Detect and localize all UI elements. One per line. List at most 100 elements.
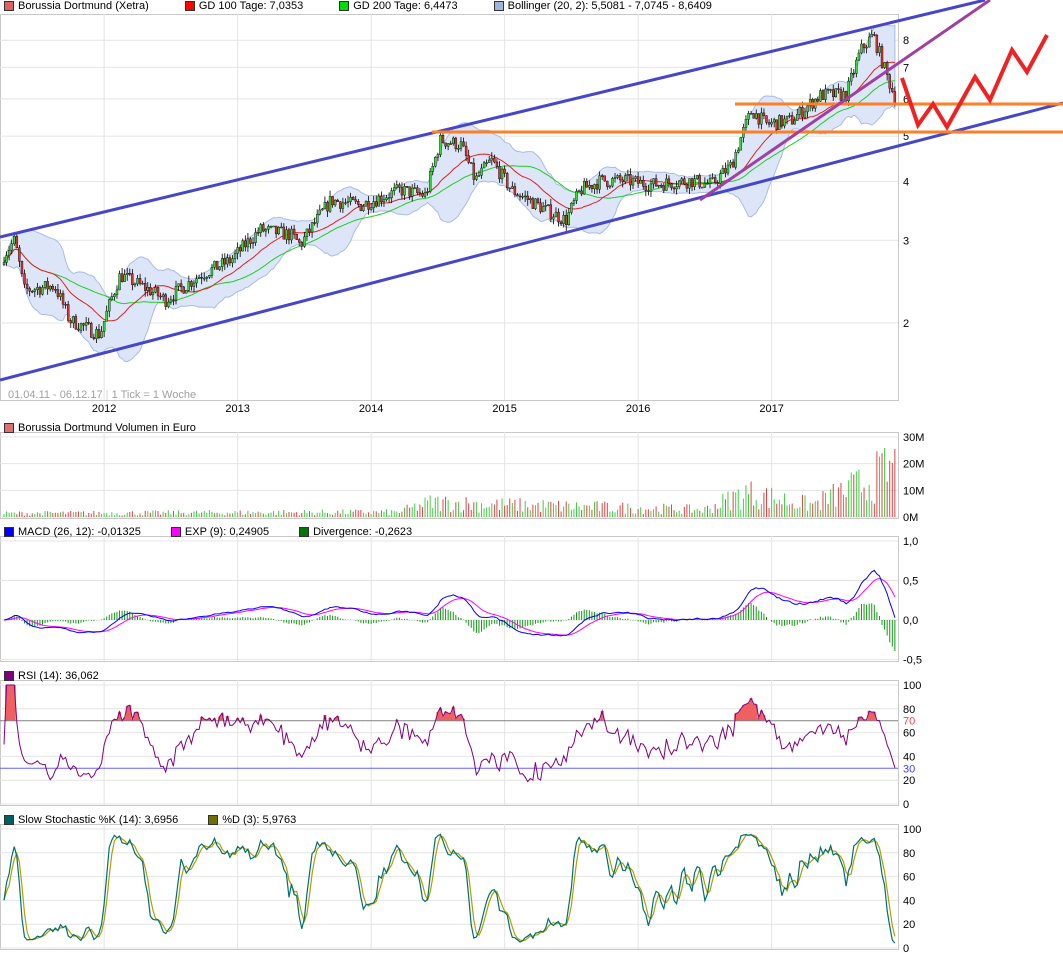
candle [364,200,368,207]
candle-body [197,277,201,279]
legend-swatch [4,671,14,681]
candle-body [670,183,673,189]
candle-body [97,329,101,338]
candle-body [834,88,838,98]
axis-tick-label: 40 [903,895,915,907]
x-axis-tick-label: 2016 [626,403,650,415]
candle-body [575,191,578,201]
candle-body [5,255,8,263]
candle-body [215,260,219,270]
candle-body [480,167,483,176]
candle-body [95,329,98,339]
x-axis-tick-label: 2014 [359,403,383,415]
candle-body [819,90,822,102]
candle [434,156,437,168]
candle-body [108,299,111,312]
candle-body [144,283,147,291]
legend-swatch [4,1,14,11]
candle-body [362,206,365,211]
candle-body [654,178,658,187]
panel-frame [0,680,899,806]
candle-body [767,122,771,125]
candle-body [652,178,655,185]
candle-body [580,190,583,195]
panel-frame [0,536,899,662]
candle-body [226,257,229,265]
candle-body [15,236,19,249]
tick-info: 1 Tick = 1 Woche [111,389,197,401]
candle-body [236,247,239,254]
legend-label: Borussia Dortmund Volumen in Euro [18,422,196,434]
axis-tick-label: 0 [903,943,909,955]
candle-body [351,196,355,201]
candle-body [634,176,637,179]
axis-tick-label: -0,5 [903,655,922,667]
range-info: 01.04.11 - 06.12.17 | 1 Tick = 1 Woche [8,389,197,401]
legend-label: GD 200 Tage: 6,4473 [353,0,458,12]
candle-body [77,328,80,331]
candle-body [816,98,820,102]
candle-body [870,34,873,38]
legend-swatch [4,815,14,825]
candle [821,89,825,100]
candle-body [367,200,370,210]
candle-body [875,35,879,53]
candle-body [316,213,319,224]
candle-body [390,190,393,198]
candle-body [883,62,886,68]
candle-body [826,88,830,91]
candle-body [731,161,735,168]
candle-body [588,185,591,188]
candle-body [839,89,843,101]
candle-body [636,176,640,184]
candle-body [413,187,416,189]
candle-body [123,274,126,282]
candle-body [328,196,332,212]
legend-label: Divergence: -0,2623 [313,526,413,538]
candle-body [675,186,678,190]
candle-body [341,202,345,209]
candle [272,225,275,228]
candle-body [698,175,701,188]
axis-tick-label: 100 [903,680,921,692]
candle-body [493,157,496,163]
axis-tick-label: 2 [903,318,909,330]
candle-body [208,275,211,278]
candle-body [323,202,327,210]
candle-body [744,119,748,128]
candle-body [765,115,768,123]
candle-body [128,272,131,275]
candle-body [182,286,185,294]
legend-volume: Borussia Dortmund Volumen in Euro [4,422,196,434]
candle-body [531,198,535,209]
candle-body [523,195,527,198]
candle-body [608,185,612,188]
candle [834,88,838,98]
axis-tick-label: 0,0 [903,615,918,627]
candle-body [113,294,116,297]
candle-body [452,137,455,144]
candle [875,33,879,56]
candle-body [141,283,144,285]
candle [701,186,704,189]
candle-body [231,258,234,264]
candle-body [498,166,501,180]
candle-body [92,337,96,339]
candle-body [167,301,170,307]
candle-body [526,195,529,200]
candle-body [187,281,191,291]
candle-body [203,277,206,280]
candle-body [382,199,386,203]
candle-body [785,115,789,120]
candle-body [13,236,16,244]
candle-body [590,185,594,190]
legend-label: Borussia Dortmund (Xetra) [18,0,149,12]
candle-body [803,111,807,118]
candle-body [444,142,447,147]
candle-body [565,214,568,225]
candle-body [303,236,306,247]
candle-body [521,195,524,198]
candle-body [436,154,440,158]
candle-body [729,161,732,166]
candle-body [703,182,707,188]
